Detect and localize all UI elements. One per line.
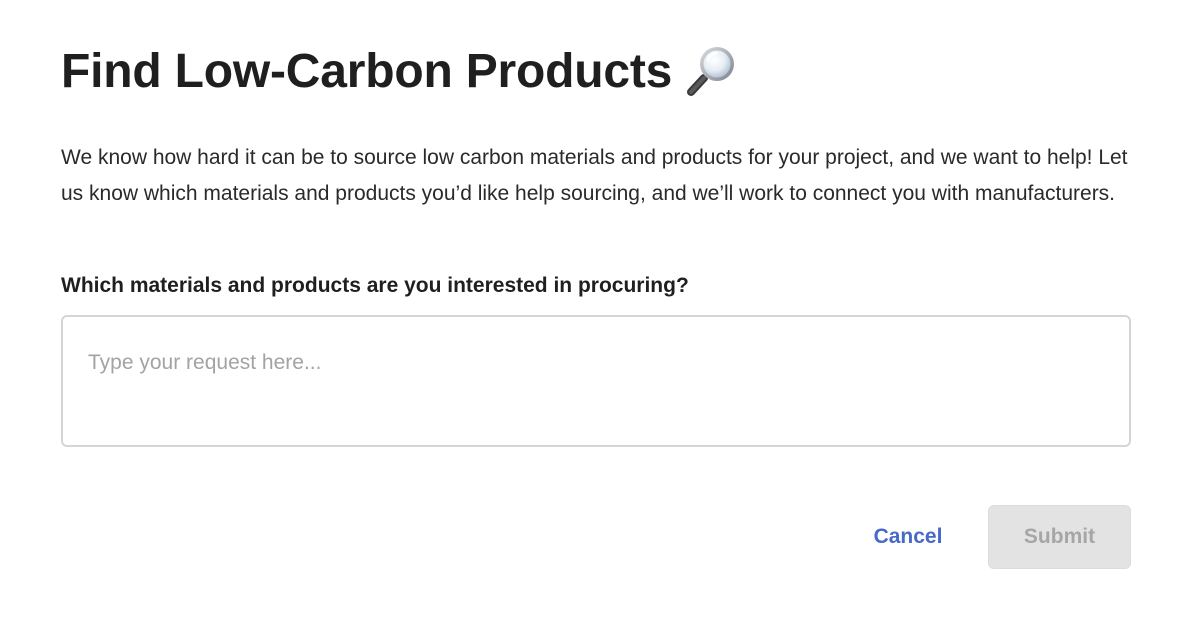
dialog-description: We know how hard it can be to source low… — [61, 146, 1128, 205]
cancel-button[interactable]: Cancel — [852, 505, 964, 569]
dialog-title: Find Low-Carbon Products — [61, 40, 740, 104]
find-products-dialog: Find Low-Carbon Products We know how har… — [0, 0, 1188, 626]
request-question-label: Which materials and products are you int… — [61, 274, 689, 297]
magnifying-glass-icon — [684, 42, 740, 98]
dialog-title-text: Find Low-Carbon Products — [61, 45, 673, 98]
submit-button[interactable]: Submit — [988, 505, 1131, 569]
request-input[interactable] — [61, 315, 1131, 447]
